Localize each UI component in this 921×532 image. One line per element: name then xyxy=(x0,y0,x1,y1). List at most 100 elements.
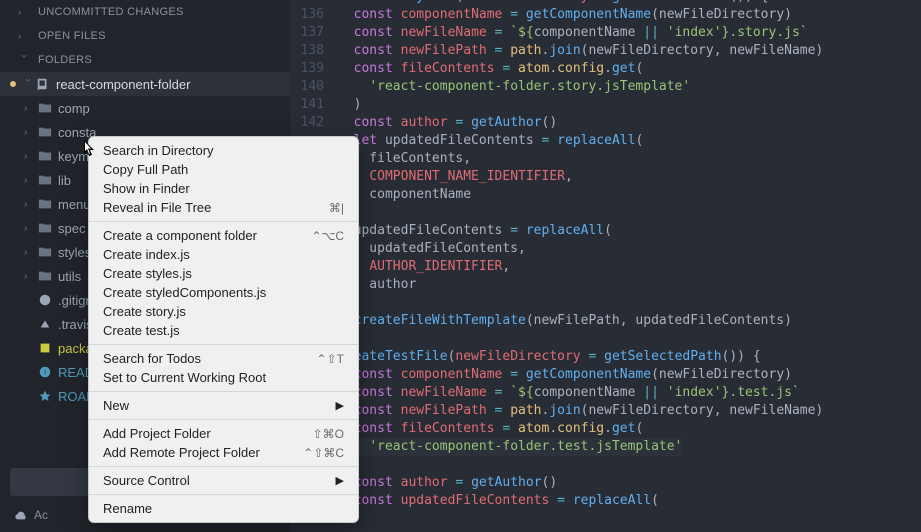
menu-item[interactable]: Create test.js xyxy=(89,321,358,340)
code-line[interactable]: 136 const componentName = getComponentNa… xyxy=(290,6,921,24)
menu-item[interactable]: Reveal in File Tree ⌘| xyxy=(89,198,358,217)
submenu-arrow-icon: ▶ xyxy=(336,474,344,487)
menu-item-label: Create index.js xyxy=(103,247,190,262)
line-number: 136 xyxy=(290,6,338,24)
line-number: 138 xyxy=(290,42,338,60)
menu-item[interactable]: Create a component folder ⌃⌥C xyxy=(89,226,358,245)
menu-item-label: Add Remote Project Folder xyxy=(103,445,260,460)
menu-item-label: Copy Full Path xyxy=(103,162,188,177)
menu-item[interactable]: Create story.js xyxy=(89,302,358,321)
menu-item[interactable]: Create styles.js xyxy=(89,264,358,283)
menu-item[interactable]: Set to Current Working Root xyxy=(89,368,358,387)
menu-item-label: Create a component folder xyxy=(103,228,257,243)
code-content: COMPONENT_NAME_IDENTIFIER, xyxy=(338,168,573,186)
tree-folder[interactable]: › comp xyxy=(0,96,290,120)
code-line[interactable]: const author = getAuthor() xyxy=(290,474,921,492)
menu-item-label: Reveal in File Tree xyxy=(103,200,211,215)
menu-item-label: Create styles.js xyxy=(103,266,192,281)
code-line[interactable]: 138 const newFilePath = path.join(newFil… xyxy=(290,42,921,60)
menu-item[interactable]: Create styledComponents.js xyxy=(89,283,358,302)
menu-item[interactable]: Copy Full Path xyxy=(89,160,358,179)
folder-label: comp xyxy=(58,101,90,116)
code-line[interactable]: updatedFileContents = replaceAll( xyxy=(290,222,921,240)
folder-icon xyxy=(38,197,52,211)
code-content: createTestFile(newFileDirectory = getSel… xyxy=(338,348,761,366)
code-line[interactable]: author xyxy=(290,276,921,294)
menu-separator xyxy=(89,494,358,495)
code-content: 'react-component-folder.test.jsTemplate' xyxy=(338,438,682,456)
code-content: let updatedFileContents = replaceAll( xyxy=(338,132,643,150)
menu-item[interactable]: Create index.js xyxy=(89,245,358,264)
section-label: UNCOMMITTED CHANGES xyxy=(38,6,184,18)
code-line[interactable]: 'react-component-folder.test.jsTemplate' xyxy=(290,438,921,456)
code-line[interactable]: 139 const fileContents = atom.config.get… xyxy=(290,60,921,78)
menu-shortcut: ⌘| xyxy=(329,201,344,215)
code-line[interactable]: const updatedFileContents = replaceAll( xyxy=(290,492,921,510)
menu-item-label: Search for Todos xyxy=(103,351,201,366)
menu-item[interactable]: Search in Directory xyxy=(89,141,358,160)
menu-item[interactable]: Search for Todos ⌃⇧T xyxy=(89,349,358,368)
folder-icon xyxy=(38,221,52,235)
code-content: const componentName = getComponentName(n… xyxy=(338,6,792,24)
code-line[interactable]: fileContents, xyxy=(290,150,921,168)
code-line[interactable]: const newFilePath = path.join(newFileDir… xyxy=(290,402,921,420)
file-icon xyxy=(38,317,52,331)
code-line[interactable]: 137 const newFileName = `${componentName… xyxy=(290,24,921,42)
menu-item-label: Create story.js xyxy=(103,304,186,319)
menu-item[interactable]: Add Remote Project Folder ⌃⇧⌘C xyxy=(89,443,358,462)
chevron-down-icon: › xyxy=(23,78,34,90)
code-content: ) xyxy=(338,96,361,114)
code-line[interactable]: const fileContents = atom.config.get( xyxy=(290,420,921,438)
chevron-right-icon: › xyxy=(24,103,36,114)
menu-item[interactable]: New▶ xyxy=(89,396,358,415)
chevron-right-icon: › xyxy=(24,247,36,258)
line-number: 137 xyxy=(290,24,338,42)
chevron-right-icon: › xyxy=(24,271,36,282)
menu-item[interactable]: Add Project Folder⇧⌘O xyxy=(89,424,358,443)
code-line[interactable]: 140 'react-component-folder.story.jsTemp… xyxy=(290,78,921,96)
menu-item[interactable]: Rename xyxy=(89,499,358,518)
code-content: const author = getAuthor() xyxy=(338,474,557,492)
mouse-cursor-icon xyxy=(84,140,98,161)
code-line[interactable]: updatedFileContents, xyxy=(290,240,921,258)
code-line[interactable]: AUTHOR_IDENTIFIER, xyxy=(290,258,921,276)
code-line[interactable]: const newFileName = `${componentName || … xyxy=(290,384,921,402)
code-line[interactable]: COMPONENT_NAME_IDENTIFIER, xyxy=(290,168,921,186)
code-content: const newFilePath = path.join(newFileDir… xyxy=(338,402,823,420)
code-line[interactable]: 142 const author = getAuthor() xyxy=(290,114,921,132)
menu-shortcut: ⌃⌥C xyxy=(311,229,344,243)
code-line[interactable]: createTestFile(newFileDirectory = getSel… xyxy=(290,348,921,366)
line-number: 141 xyxy=(290,96,338,114)
project-root[interactable]: › react-component-folder xyxy=(0,72,290,96)
code-content: updatedFileContents = replaceAll( xyxy=(338,222,612,240)
chevron-right-icon: › xyxy=(24,127,36,138)
submenu-arrow-icon: ▶ xyxy=(336,399,344,412)
menu-item[interactable]: Source Control▶ xyxy=(89,471,358,490)
code-line[interactable]: const componentName = getComponentName(n… xyxy=(290,366,921,384)
code-editor[interactable]: 135createStoryFile(newFileDirectory = ge… xyxy=(290,0,921,532)
code-line[interactable]: ) xyxy=(290,456,921,474)
folder-icon xyxy=(38,125,52,139)
code-line[interactable]: createFileWithTemplate(newFilePath, upda… xyxy=(290,312,921,330)
code-line[interactable]: 141 ) xyxy=(290,96,921,114)
menu-separator xyxy=(89,466,358,467)
folder-icon xyxy=(38,269,52,283)
menu-shortcut: ⌃⇧⌘C xyxy=(303,446,344,460)
code-line[interactable]: let updatedFileContents = replaceAll( xyxy=(290,132,921,150)
chevron-right-icon: › xyxy=(18,7,30,18)
section-open-files[interactable]: › OPEN FILES xyxy=(0,24,290,48)
code-line[interactable]: ) xyxy=(290,204,921,222)
menu-item-label: Add Project Folder xyxy=(103,426,211,441)
context-menu: Search in Directory Copy Full Path Show in… xyxy=(88,136,359,523)
section-uncommitted[interactable]: › UNCOMMITTED CHANGES xyxy=(0,0,290,24)
section-folders[interactable]: › FOLDERS xyxy=(0,48,290,72)
project-name: react-component-folder xyxy=(56,77,190,92)
section-label: FOLDERS xyxy=(38,54,92,66)
menu-shortcut: ⌃⇧T xyxy=(317,352,344,366)
menu-item[interactable]: Show in Finder xyxy=(89,179,358,198)
code-line[interactable]: }, xyxy=(290,330,921,348)
code-line[interactable]: componentName xyxy=(290,186,921,204)
code-line[interactable]: ) xyxy=(290,294,921,312)
chevron-right-icon: › xyxy=(24,223,36,234)
download-label: Ac xyxy=(34,508,48,522)
